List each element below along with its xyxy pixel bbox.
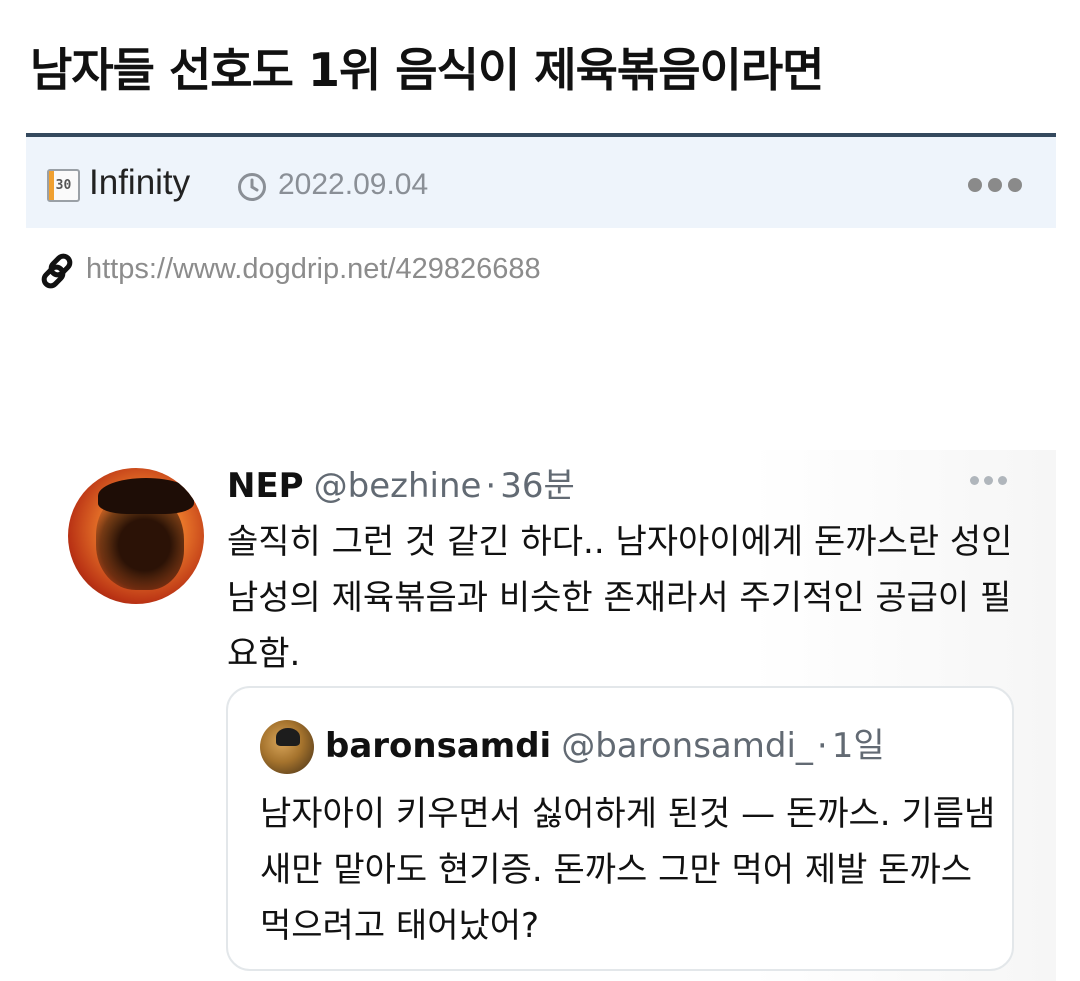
more-dots-icon	[998, 476, 1007, 485]
tweet-author-handle[interactable]: @bezhine	[314, 466, 482, 506]
tweet-more-button[interactable]	[970, 476, 1010, 490]
tweet-separator: ·	[485, 466, 497, 506]
author-name[interactable]: Infinity	[89, 163, 190, 203]
post-meta-bar: 30 Infinity 2022.09.04	[26, 133, 1056, 228]
more-options-button[interactable]	[968, 174, 1024, 196]
embedded-tweet: NEP @bezhine · 36분 솔직히 그런 것 같긴 하다.. 남자아이에게 …	[40, 450, 1056, 981]
user-level-icon: 30	[47, 169, 80, 202]
post-url-link[interactable]: https://www.dogdrip.net/429826688	[86, 253, 541, 286]
quoted-tweet[interactable]: baronsamdi @baronsamdi_ · 1일 남자아이 키우면서 싫어하게…	[226, 686, 1014, 971]
avatar[interactable]	[68, 468, 204, 604]
clock-icon	[238, 173, 266, 201]
post-date: 2022.09.04	[278, 168, 429, 201]
avatar[interactable]	[260, 720, 314, 774]
link-icon	[41, 253, 73, 289]
post-title: 남자들 선호도 1위 음식이 제육볶음이라면	[30, 43, 825, 97]
tweet-author-name[interactable]: NEP	[227, 466, 304, 506]
quoted-separator: ·	[816, 726, 828, 766]
more-dots-icon	[988, 178, 1002, 192]
quoted-tweet-time[interactable]: 1일	[832, 726, 885, 766]
quoted-author-handle[interactable]: @baronsamdi_	[561, 726, 813, 766]
tweet-text: 솔직히 그런 것 같긴 하다.. 남자아이에게 돈까스란 성인 남성의 제육볶음…	[227, 522, 1013, 674]
more-dots-icon	[1008, 178, 1022, 192]
more-dots-icon	[984, 476, 993, 485]
tweet-time[interactable]: 36분	[500, 466, 575, 506]
tweet-header: NEP @bezhine · 36분	[227, 464, 575, 508]
avatar-cap	[98, 478, 194, 514]
more-dots-icon	[970, 476, 979, 485]
quoted-tweet-text: 남자아이 키우면서 싫어하게 된것 — 돈까스. 기름냄새만 맡아도 현기증. …	[260, 794, 996, 946]
page: 남자들 선호도 1위 음식이 제육볶음이라면 30 Infinity 2022.…	[0, 0, 1080, 981]
quoted-tweet-header: baronsamdi @baronsamdi_ · 1일	[325, 724, 885, 768]
more-dots-icon	[968, 178, 982, 192]
quoted-author-name[interactable]: baronsamdi	[325, 726, 551, 766]
